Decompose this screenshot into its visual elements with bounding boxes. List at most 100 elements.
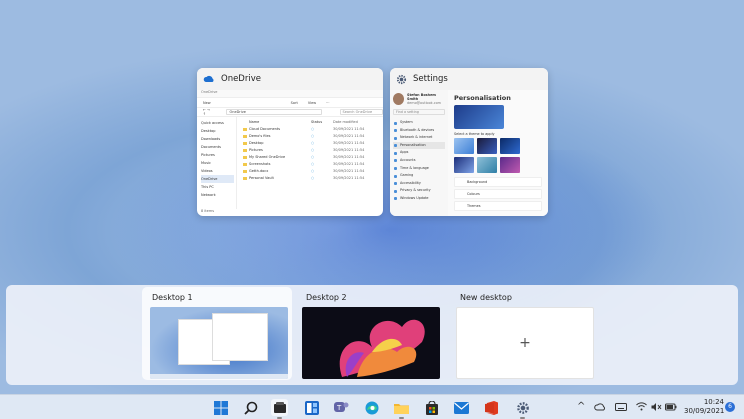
- explorer-nav-pane: Quick access Desktop Downloads Documents…: [197, 117, 237, 209]
- settings-button[interactable]: [514, 399, 531, 419]
- store-button[interactable]: [423, 399, 440, 416]
- notification-badge[interactable]: 6: [725, 402, 735, 412]
- file-row: Pictures ○ 30/09/2021 11:54: [241, 147, 379, 154]
- desktop-label: Desktop 1: [152, 293, 193, 302]
- file-row: Screenshots ○ 30/09/2021 11:54: [241, 161, 379, 168]
- nav-item: Network: [201, 193, 216, 197]
- nav-item: Downloads: [201, 137, 221, 141]
- settings-nav-item: Privacy & security: [393, 187, 445, 195]
- column-headers: Name Status Date modified: [249, 120, 358, 124]
- user-name: Stefan Boshem Smith: [407, 93, 436, 101]
- new-desktop-tile[interactable]: +: [456, 307, 594, 379]
- nav-item: Videos: [201, 169, 213, 173]
- mini-window: [212, 313, 268, 361]
- speaker-muted-icon[interactable]: [651, 402, 662, 412]
- file-row: Desktop ○ 30/09/2021 11:54: [241, 140, 379, 147]
- battery-icon[interactable]: [665, 403, 677, 411]
- keyboard-icon[interactable]: [615, 403, 627, 411]
- settings-heading: Personalisation: [454, 94, 511, 102]
- explorer-titlebar: OneDrive: [197, 90, 383, 98]
- task-view-button[interactable]: [271, 399, 288, 419]
- folder-icon: [394, 403, 409, 414]
- office-button[interactable]: [483, 399, 500, 416]
- toolbar-more: ···: [326, 100, 330, 105]
- settings-nav-item: Bluetooth & devices: [393, 127, 445, 135]
- clock-time: 10:24: [703, 398, 724, 406]
- wifi-icon[interactable]: [636, 402, 647, 411]
- window-header: OneDrive: [197, 68, 383, 90]
- gear-icon: [396, 74, 407, 84]
- settings-nav-item: Time & language: [393, 165, 445, 173]
- search-box: Search OneDrive: [339, 109, 383, 115]
- nav-item: Quick access: [201, 121, 224, 125]
- widgets-icon: [304, 400, 319, 415]
- window-title: OneDrive: [221, 74, 261, 84]
- toolbar-sort: Sort: [290, 100, 298, 105]
- address-bar: OneDrive: [226, 109, 322, 115]
- clock-date: 30/09/2021: [684, 407, 725, 415]
- search-icon: [243, 401, 257, 415]
- settings-nav-item: Gaming: [393, 172, 445, 180]
- status-bar: 8 items: [201, 209, 215, 213]
- find-setting-input: Find a setting: [393, 109, 445, 115]
- desktop-2-thumbnail: [302, 307, 440, 379]
- nav-item: Pictures: [201, 153, 215, 157]
- desktop-1[interactable]: Desktop 1: [142, 285, 298, 385]
- settings-card: Themes: [454, 201, 542, 211]
- user-email: demo@outlook.com: [407, 101, 441, 105]
- settings-nav-item: Apps: [393, 149, 445, 157]
- nav-item: Desktop: [201, 129, 216, 133]
- add-desktop-icon: +: [519, 335, 531, 351]
- theme-prompt: Select a theme to apply: [454, 132, 495, 136]
- window-onedrive[interactable]: OneDrive OneDrive New Sort View ··· ← → …: [197, 68, 383, 216]
- taskbar: T ^ 10:24 30/09/2021 6: [0, 394, 744, 419]
- mail-icon: [454, 401, 469, 414]
- onedrive-tray-icon[interactable]: [594, 403, 606, 411]
- file-explorer-button[interactable]: [393, 399, 410, 419]
- chat-button[interactable]: T: [333, 399, 350, 416]
- settings-nav-item: Network & internet: [393, 134, 445, 142]
- start-button[interactable]: [212, 399, 229, 416]
- explorer-preview: OneDrive New Sort View ··· ← → ↑ OneDriv…: [197, 90, 383, 216]
- search-button[interactable]: [242, 399, 259, 416]
- bloom-wallpaper-image: [339, 319, 425, 377]
- edge-button[interactable]: [363, 399, 380, 416]
- window-title: Settings: [413, 74, 448, 84]
- settings-nav-item: System: [393, 119, 445, 127]
- new-desktop[interactable]: New desktop +: [456, 285, 606, 385]
- nav-item: This PC: [201, 185, 214, 189]
- settings-nav-item: Accessibility: [393, 180, 445, 188]
- explorer-address-row: ← → ↑ OneDrive Search OneDrive: [197, 108, 383, 117]
- window-settings[interactable]: Settings Stefan Boshem Smith demo@outloo…: [390, 68, 548, 216]
- mail-button[interactable]: [453, 399, 470, 416]
- window-header: Settings: [390, 68, 548, 90]
- teams-chat-icon: T: [334, 401, 349, 412]
- file-row: My Shared OneDrive ○ 30/09/2021 11:54: [241, 154, 379, 161]
- file-row: Demo's files ○ 30/09/2021 11:54: [241, 133, 379, 140]
- file-row: Cloud Documents ○ 30/09/2021 11:54: [241, 126, 379, 133]
- file-row: Personal Vault ○ 30/09/2021 11:54: [241, 175, 379, 182]
- task-view-icon: [273, 401, 286, 413]
- svg-text:T: T: [336, 404, 342, 412]
- explorer-toolbar: New Sort View ···: [197, 98, 383, 108]
- settings-nav-item: Accounts: [393, 157, 445, 165]
- theme-preview: [454, 105, 504, 129]
- nav-item: Music: [201, 161, 211, 165]
- settings-card: Background: [454, 177, 542, 187]
- nav-item: Documents: [201, 145, 221, 149]
- desktop-label: Desktop 2: [306, 293, 347, 302]
- desktop-1-thumbnail: [150, 307, 288, 379]
- office-icon: [485, 400, 498, 415]
- file-row: Getth.docx ○ 30/09/2021 11:54: [241, 168, 379, 175]
- clock[interactable]: 10:24 30/09/2021: [684, 398, 724, 416]
- file-list: Name Status Date modified Cloud Document…: [237, 117, 383, 209]
- user-card: Stefan Boshem Smith demo@outlook.com: [393, 93, 445, 105]
- show-hidden-icons-chevron-icon[interactable]: ^: [577, 401, 585, 412]
- onedrive-icon: [203, 75, 214, 82]
- avatar: [393, 93, 405, 105]
- settings-preview: Stefan Boshem Smith demo@outlook.com Fin…: [390, 90, 548, 216]
- settings-nav-item: Windows Update: [393, 195, 445, 203]
- desktop-2[interactable]: Desktop 2: [302, 285, 452, 385]
- widgets-button[interactable]: [303, 399, 320, 416]
- settings-nav: Stefan Boshem Smith demo@outlook.com Fin…: [390, 90, 448, 216]
